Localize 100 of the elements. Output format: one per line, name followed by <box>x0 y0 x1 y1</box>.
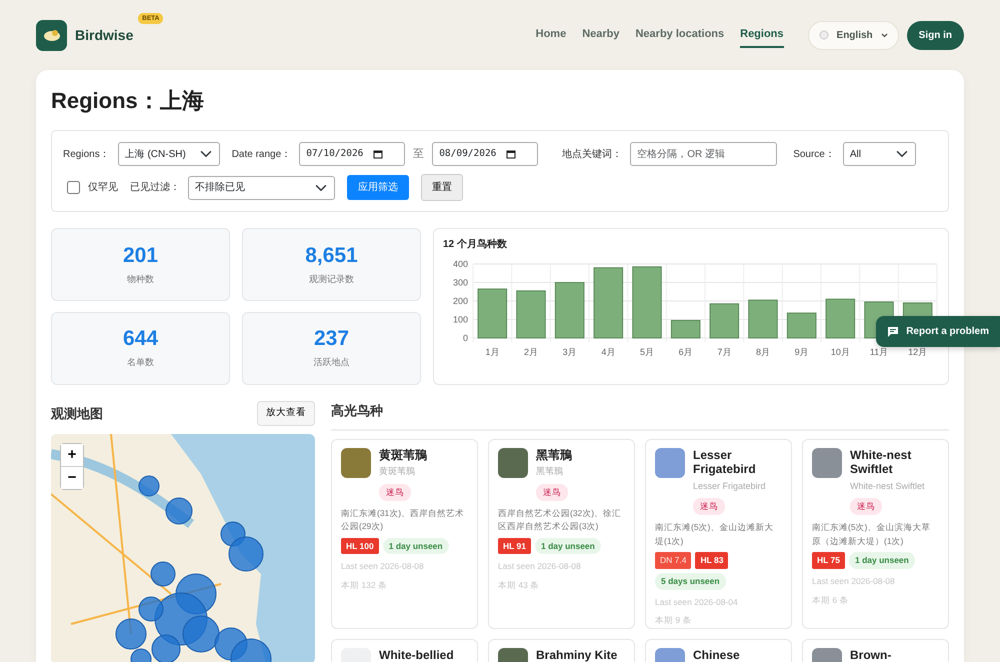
calendar-icon <box>506 149 516 160</box>
nav-link[interactable]: Nearby locations <box>635 22 724 48</box>
hl-score: HL 100 <box>341 538 379 554</box>
axis-tick-label: 7月 <box>717 347 732 358</box>
species-name: Lesser Frigatebird <box>693 448 757 477</box>
map-title: 观测地图 <box>51 404 103 423</box>
hl-score: HL 91 <box>498 538 531 554</box>
expand-button[interactable]: 放大查看 <box>257 401 315 426</box>
species-name: Chinese <box>693 648 740 662</box>
unseen-badge: 5 days unseen <box>655 572 726 590</box>
chart-bar <box>594 268 624 339</box>
last-seen-text: Last seen 2026-08-08 <box>812 574 896 588</box>
seen-filter-select[interactable]: 不排除已见 <box>188 176 335 200</box>
start-date-field[interactable]: 07/10/2026 <box>299 142 406 166</box>
species-card[interactable]: Chinese <box>645 638 792 662</box>
chart-title: 12 个月鸟种数 <box>443 238 508 252</box>
species-card[interactable]: Brown- <box>802 638 949 662</box>
nav-link[interactable]: Home <box>536 22 566 48</box>
calendar-icon <box>373 149 384 160</box>
axis-tick-label: 3月 <box>562 347 577 358</box>
record-count: 本期 9 条 <box>655 614 692 628</box>
species-card[interactable]: Lesser Frigatebird Lesser Frigatebird 迷鸟 南汇东滩(5次)、金山边滩新大堤(1次) DN 7.4 HL 83 5 days unseen Last seen 2026-08-04 本期 9 条 <box>645 438 792 629</box>
stat-label: 物种数 <box>127 272 154 286</box>
species-name: Brown- <box>850 648 892 662</box>
end-date-field[interactable]: 08/09/2026 <box>432 142 538 166</box>
axis-tick-label: 4月 <box>601 347 616 358</box>
stat-value: 237 <box>314 327 350 350</box>
axis-tick-label: 10月 <box>830 347 850 358</box>
stat-label: 活跃地点 <box>314 356 350 370</box>
caret-icon <box>880 32 888 38</box>
brand-name[interactable]: Birdwise <box>75 26 134 42</box>
apply-filter-button[interactable]: 应用筛选 <box>347 175 409 200</box>
report-problem-button[interactable]: Report a problem <box>876 316 1000 347</box>
globe-icon <box>818 30 829 40</box>
location-text: 南汇东滩(5次)、金山边滩新大堤(1次) <box>655 520 774 548</box>
axis-tick-label: 8月 <box>756 347 770 358</box>
axis-tick-label: 1月 <box>485 347 500 358</box>
keyword-label: 地点关键词： <box>562 148 622 162</box>
record-count: 本期 6 条 <box>812 594 850 606</box>
rare-only-label[interactable]: 仅罕见 <box>88 180 118 196</box>
status-tag: 迷鸟 <box>536 484 568 501</box>
species-subname: White-nest Swiftlet <box>850 480 926 493</box>
chart-bar <box>786 313 816 339</box>
species-card[interactable]: 黑苇鳽 黑苇鳽 迷鸟 西岸自然艺术公园(32次)、徐汇区西岸自然艺术公园(3次) HL 91 1 day unseen Last seen 2026-08-08 本期 43 条 <box>488 438 635 629</box>
axis-tick-label: 9月 <box>794 347 809 358</box>
unseen-badge: 1 day unseen <box>849 552 915 569</box>
axis-tick-label: 0 <box>462 333 468 344</box>
chat-icon <box>887 326 900 337</box>
chart-bar <box>670 320 700 339</box>
axis-tick-label: 11月 <box>870 347 888 358</box>
unseen-badge: 1 day unseen <box>382 538 449 554</box>
species-name: White-nest Swiftlet <box>850 448 912 477</box>
last-seen-text: Last seen 2026-08-08 <box>341 560 425 574</box>
axis-tick-label: 100 <box>452 314 468 325</box>
species-card[interactable]: White-nest Swiftlet White-nest Swiftlet 迷鸟 南汇东滩(5次)、金山滨海大草原（边滩新大堤）(1次) HL 75 1 day unseen Last seen 2026-08-08 本期 6 条 <box>802 438 949 629</box>
page-title: Regions：上海 <box>51 88 205 114</box>
species-card[interactable]: Brahminy Kite <box>488 638 635 662</box>
unseen-badge: 1 day unseen <box>535 538 601 554</box>
chart-bar <box>516 290 546 339</box>
hl-score: HL 83 <box>695 552 728 569</box>
species-subname: 黑苇鳽 <box>536 465 564 478</box>
nav-link[interactable]: Nearby <box>582 22 620 48</box>
axis-tick-label: 400 <box>452 259 468 270</box>
status-tag: 迷鸟 <box>379 484 411 501</box>
axis-tick-label: 200 <box>452 296 468 306</box>
bird-logo-icon <box>36 20 67 50</box>
location-text: 南汇东滩(31次)、西岸自然艺术公园(29次) <box>341 506 466 534</box>
species-card[interactable]: White-bellied <box>331 638 478 662</box>
reset-button[interactable]: 重置 <box>421 174 463 202</box>
keyword-field[interactable]: 空格分隔，OR 逻辑 <box>630 142 778 166</box>
rare-only-checkbox[interactable] <box>67 181 80 194</box>
chart-bar <box>748 300 778 339</box>
species-subname: 黄斑苇鳽 <box>379 465 416 478</box>
source-select[interactable]: All <box>842 142 916 166</box>
record-count: 本期 132 条 <box>341 579 388 592</box>
region-select[interactable]: 上海 (CN-SH) <box>118 142 220 166</box>
chart-bar <box>478 288 508 339</box>
status-tag: 迷鸟 <box>850 498 882 515</box>
axis-tick-label: 12月 <box>908 347 928 358</box>
stat-label: 观测记录数 <box>309 272 354 286</box>
species-name: 黄斑苇鳽 <box>379 448 427 462</box>
species-name: White-bellied <box>379 648 454 662</box>
location-text: 西岸自然艺术公园(32次)、徐汇区西岸自然艺术公园(3次) <box>498 506 622 534</box>
species-name: Brahminy Kite <box>536 648 618 662</box>
axis-tick-label: 2月 <box>524 347 538 358</box>
language-selector[interactable]: English <box>808 20 899 50</box>
date-range-label: Date range： <box>232 148 292 162</box>
sign-in-button[interactable]: Sign in <box>906 20 964 50</box>
nav-link[interactable]: Regions <box>740 22 784 48</box>
status-tag: 迷鸟 <box>693 498 725 515</box>
last-seen-text: Last seen 2026-08-08 <box>498 560 582 574</box>
source-label: Source： <box>793 148 835 162</box>
last-seen-text: Last seen 2026-08-04 <box>655 596 739 608</box>
stat-value: 8,651 <box>305 244 358 267</box>
chart-bar <box>554 282 584 339</box>
section-title: 高光鸟种 <box>331 403 383 418</box>
location-text: 南汇东滩(5次)、金山滨海大草原（边滩新大堤）(1次) <box>812 520 932 548</box>
chart-bar <box>710 304 740 339</box>
species-card[interactable]: 黄斑苇鳽 黄斑苇鳽 迷鸟 南汇东滩(31次)、西岸自然艺术公园(29次) HL 100 1 day unseen Last seen 2026-08-08 本期 132 条 <box>331 438 478 629</box>
stat-label: 名单数 <box>127 356 154 370</box>
